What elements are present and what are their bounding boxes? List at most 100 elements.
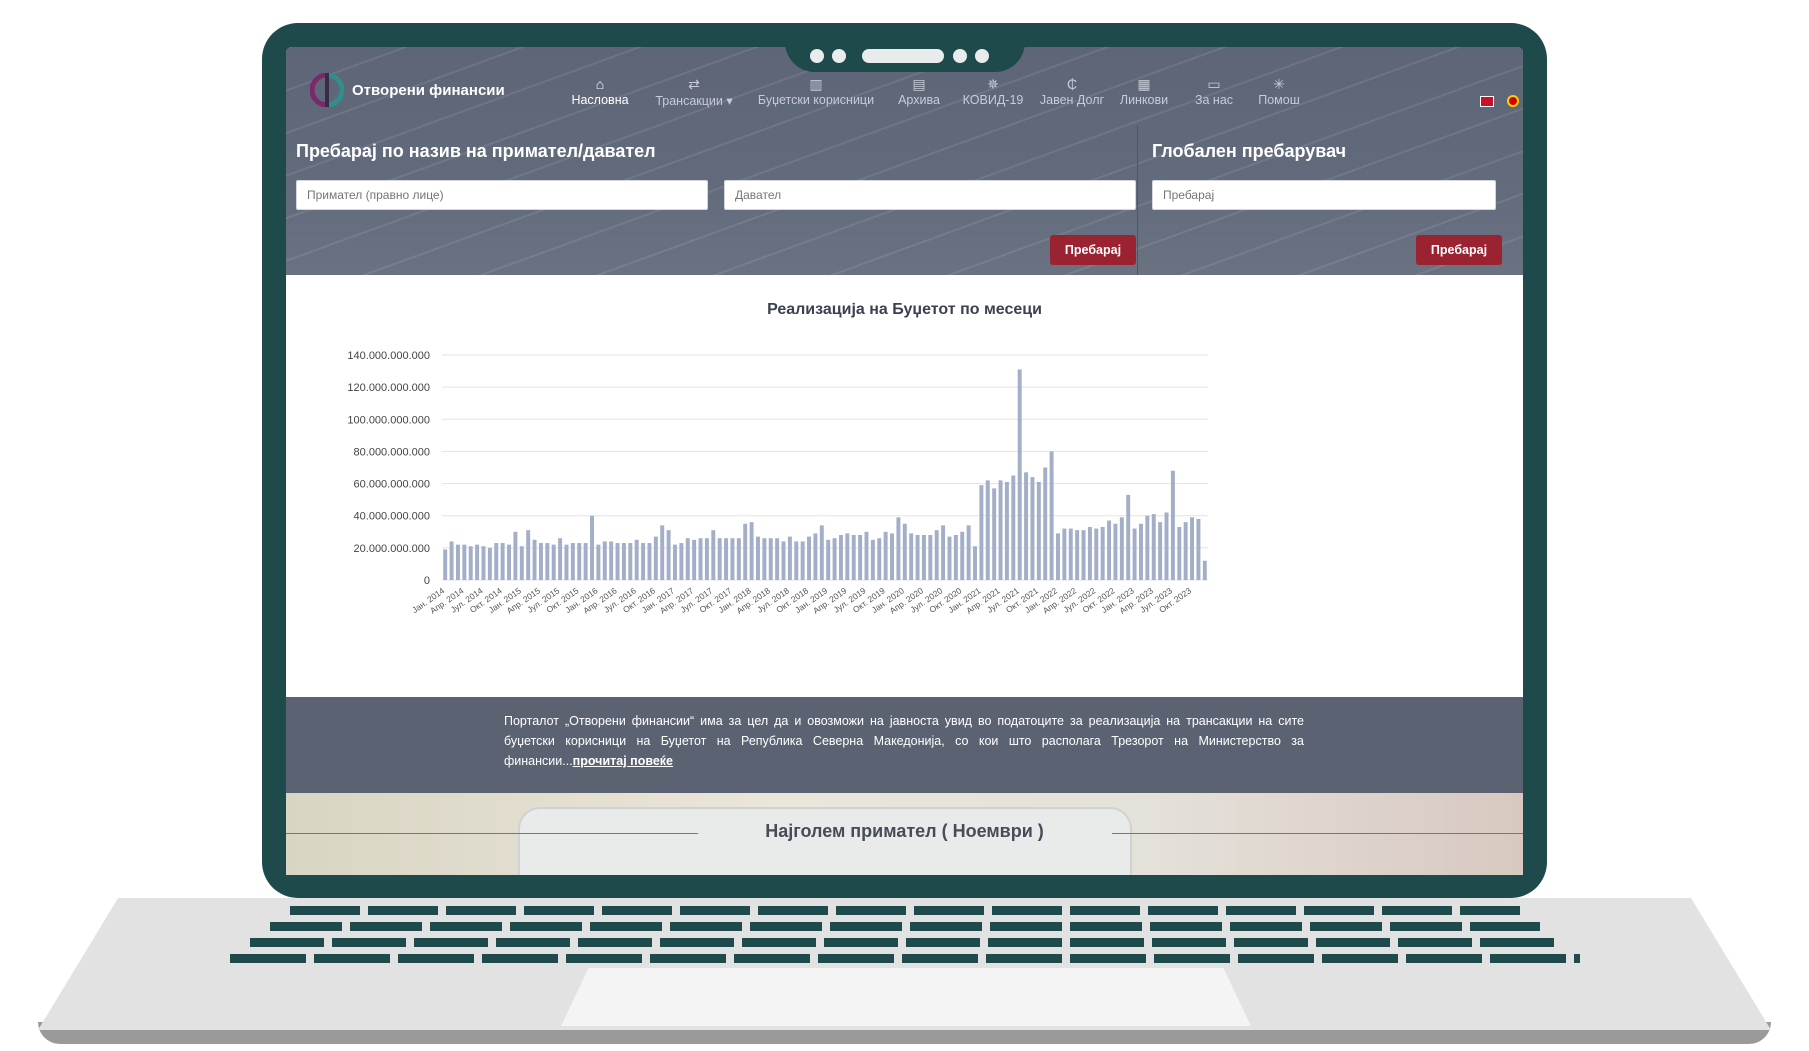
bar[interactable] xyxy=(590,515,594,580)
bar[interactable] xyxy=(545,543,550,580)
bar[interactable] xyxy=(749,522,754,580)
bar[interactable] xyxy=(755,536,760,580)
bar[interactable] xyxy=(519,546,524,580)
bar[interactable] xyxy=(851,535,856,580)
bar[interactable] xyxy=(481,546,486,580)
bar[interactable] xyxy=(1075,530,1080,580)
bar[interactable] xyxy=(532,539,537,580)
bar[interactable] xyxy=(724,538,729,580)
bar[interactable] xyxy=(494,543,499,580)
bar[interactable] xyxy=(609,541,614,580)
bar[interactable] xyxy=(1011,475,1016,580)
bar[interactable] xyxy=(1158,522,1163,580)
bar[interactable] xyxy=(1151,514,1156,580)
bar[interactable] xyxy=(634,539,639,580)
bar[interactable] xyxy=(596,544,601,580)
bar[interactable] xyxy=(915,535,920,580)
bar[interactable] xyxy=(513,531,518,580)
bar[interactable] xyxy=(800,541,805,580)
bar[interactable] xyxy=(570,543,575,580)
bar[interactable] xyxy=(992,488,997,580)
bar[interactable] xyxy=(564,544,569,580)
bar[interactable] xyxy=(768,538,773,580)
bar[interactable] xyxy=(660,525,665,580)
bar[interactable] xyxy=(896,517,901,580)
bar[interactable] xyxy=(1024,472,1029,580)
bar[interactable] xyxy=(1190,517,1195,580)
bar[interactable] xyxy=(698,538,703,580)
bar[interactable] xyxy=(1062,528,1067,580)
bar[interactable] xyxy=(819,525,824,580)
bar[interactable] xyxy=(487,547,492,580)
bar[interactable] xyxy=(449,541,454,580)
bar[interactable] xyxy=(526,530,531,580)
bar[interactable] xyxy=(1138,523,1143,580)
bar[interactable] xyxy=(507,544,512,580)
bar[interactable] xyxy=(736,538,741,580)
bar[interactable] xyxy=(615,543,620,580)
bar[interactable] xyxy=(1100,526,1105,580)
bar[interactable] xyxy=(1107,520,1112,580)
bar[interactable] xyxy=(979,485,984,580)
bar[interactable] xyxy=(934,530,939,580)
bar[interactable] xyxy=(941,525,946,580)
bar[interactable] xyxy=(928,535,933,580)
bar[interactable] xyxy=(1183,522,1188,580)
bar[interactable] xyxy=(679,543,684,580)
bar[interactable] xyxy=(1170,470,1175,580)
bar[interactable] xyxy=(864,531,869,580)
bar[interactable] xyxy=(717,538,722,580)
bar[interactable] xyxy=(711,530,716,580)
bar[interactable] xyxy=(787,536,792,580)
bar[interactable] xyxy=(1049,451,1054,580)
bar[interactable] xyxy=(947,536,952,580)
bar[interactable] xyxy=(692,539,697,580)
bar[interactable] xyxy=(1202,560,1207,580)
bar[interactable] xyxy=(921,535,926,580)
bar[interactable] xyxy=(685,538,690,580)
bar[interactable] xyxy=(500,543,505,580)
bar[interactable] xyxy=(985,480,990,580)
bar[interactable] xyxy=(1094,528,1099,580)
bar[interactable] xyxy=(1017,369,1022,580)
bar[interactable] xyxy=(953,535,958,580)
bar[interactable] xyxy=(551,544,556,580)
bar[interactable] xyxy=(673,544,677,580)
bar[interactable] xyxy=(538,543,543,580)
bar[interactable] xyxy=(1030,477,1035,580)
bar[interactable] xyxy=(858,535,863,580)
bar[interactable] xyxy=(462,544,467,580)
bar[interactable] xyxy=(730,538,735,580)
bar[interactable] xyxy=(1126,494,1131,580)
bar[interactable] xyxy=(704,538,709,580)
read-more-link[interactable]: прочитај повеќе xyxy=(573,754,673,768)
bar[interactable] xyxy=(743,523,748,580)
bar[interactable] xyxy=(1068,528,1073,580)
bar[interactable] xyxy=(602,541,607,580)
bar[interactable] xyxy=(443,549,448,580)
bar[interactable] xyxy=(998,480,1003,580)
bar[interactable] xyxy=(455,544,460,580)
bar[interactable] xyxy=(1177,526,1182,580)
bar[interactable] xyxy=(826,539,831,580)
bar[interactable] xyxy=(877,538,882,580)
bar[interactable] xyxy=(647,543,652,580)
bar[interactable] xyxy=(838,535,843,580)
bar[interactable] xyxy=(775,538,780,580)
bar[interactable] xyxy=(1043,467,1048,581)
bar[interactable] xyxy=(558,538,563,580)
bar[interactable] xyxy=(883,531,888,580)
bar[interactable] xyxy=(583,543,588,580)
bar[interactable] xyxy=(762,538,767,580)
bar[interactable] xyxy=(1119,517,1124,580)
bar[interactable] xyxy=(1113,523,1118,580)
bar[interactable] xyxy=(1056,533,1060,580)
bar[interactable] xyxy=(475,544,480,580)
bar[interactable] xyxy=(813,533,818,580)
bar[interactable] xyxy=(1081,530,1086,580)
bar[interactable] xyxy=(621,543,626,580)
bar[interactable] xyxy=(468,546,473,580)
bar[interactable] xyxy=(577,543,582,580)
bar[interactable] xyxy=(807,536,812,580)
bar[interactable] xyxy=(1087,526,1092,580)
